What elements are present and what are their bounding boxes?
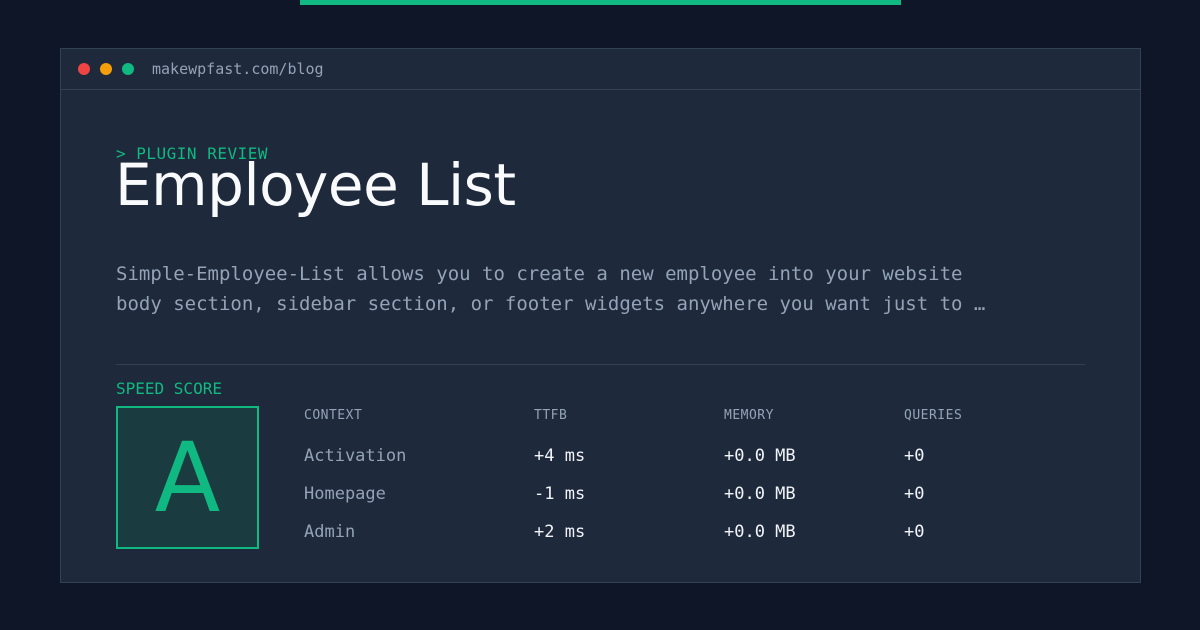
row-homepage-context: Homepage xyxy=(304,484,386,504)
window-titlebar: makewpfast.com/blog xyxy=(61,49,1140,90)
row-admin-ttfb: +2 ms xyxy=(534,522,586,542)
browser-window: makewpfast.com/blog > PLUGIN REVIEW Empl… xyxy=(60,48,1141,583)
row-homepage-ttfb: -1 ms xyxy=(534,484,586,504)
row-homepage-queries: +0 xyxy=(904,484,925,504)
row-activation-ttfb: +4 ms xyxy=(534,446,586,466)
column-header-memory: MEMORY xyxy=(724,408,774,423)
speed-grade-badge: A xyxy=(116,406,259,549)
close-dot-icon[interactable] xyxy=(78,63,90,75)
column-header-queries: QUERIES xyxy=(904,408,963,423)
section-divider xyxy=(116,364,1085,365)
address-url: makewpfast.com/blog xyxy=(152,60,324,78)
column-header-ttfb: TTFB xyxy=(534,408,568,423)
minimize-dot-icon[interactable] xyxy=(100,63,112,75)
row-activation-context: Activation xyxy=(304,446,407,466)
row-activation-memory: +0.0 MB xyxy=(724,446,796,466)
column-header-context: CONTEXT xyxy=(304,408,363,423)
row-homepage-memory: +0.0 MB xyxy=(724,484,796,504)
plugin-description: Simple-Employee-List allows you to creat… xyxy=(116,263,986,315)
speed-grade-letter: A xyxy=(154,421,221,534)
speed-score-label: SPEED SCORE xyxy=(116,379,222,398)
row-admin-memory: +0.0 MB xyxy=(724,522,796,542)
page-title: Employee List xyxy=(115,151,516,219)
top-accent-bar xyxy=(300,0,901,5)
row-admin-queries: +0 xyxy=(904,522,925,542)
row-activation-queries: +0 xyxy=(904,446,925,466)
maximize-dot-icon[interactable] xyxy=(122,63,134,75)
row-admin-context: Admin xyxy=(304,522,356,542)
